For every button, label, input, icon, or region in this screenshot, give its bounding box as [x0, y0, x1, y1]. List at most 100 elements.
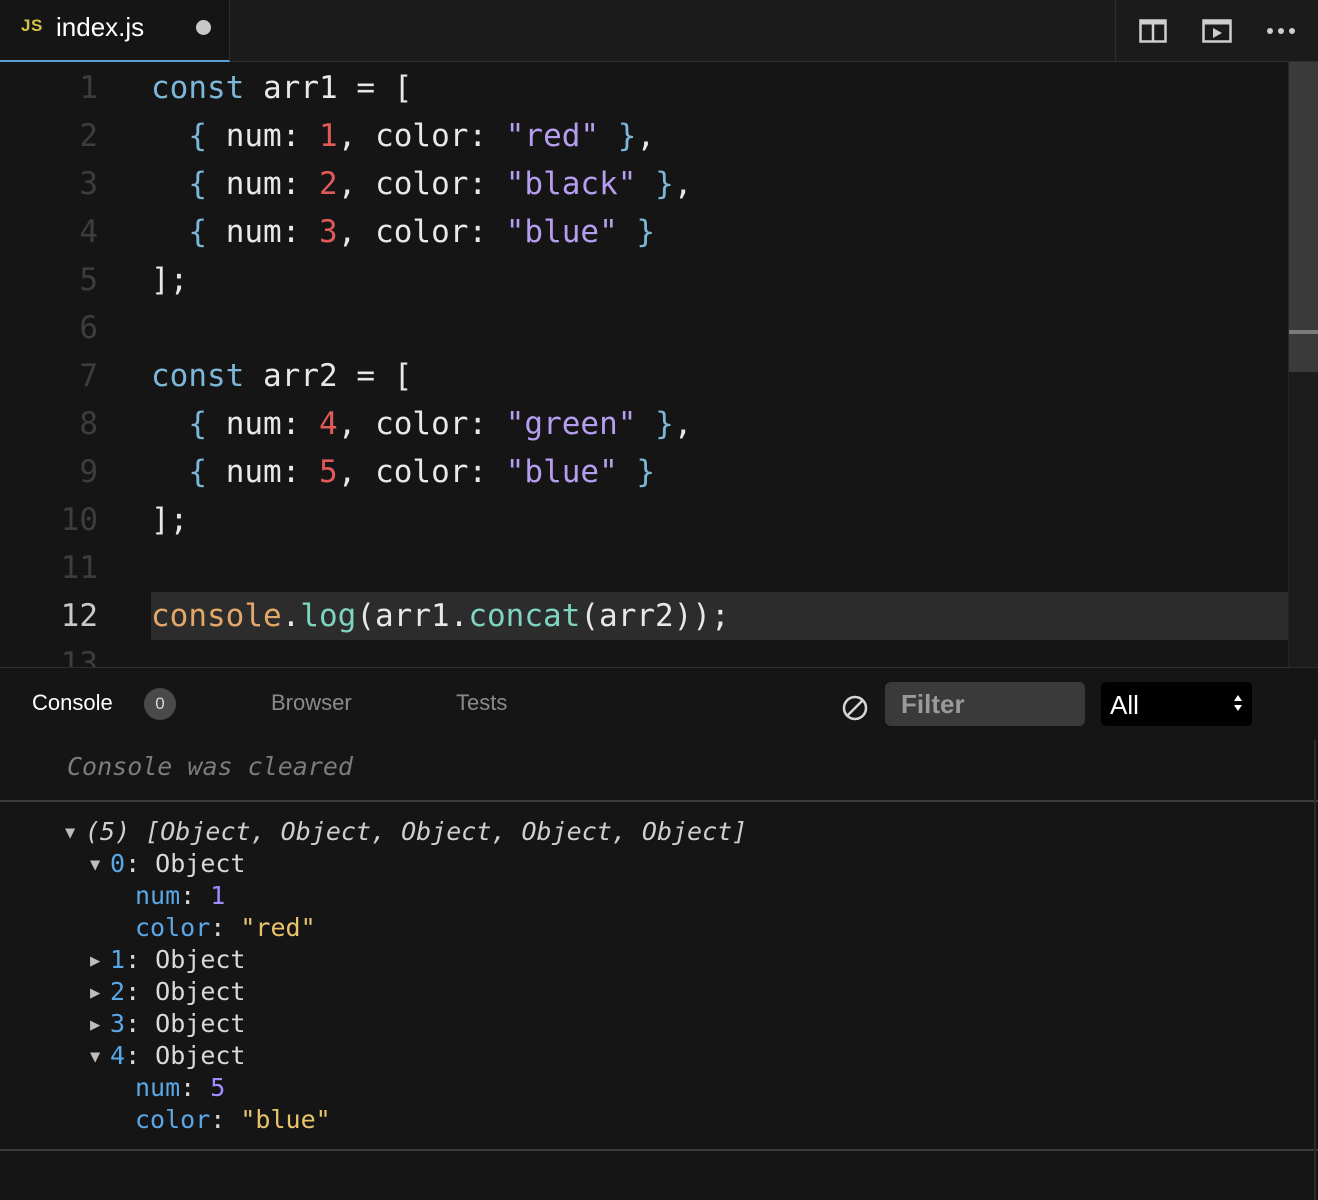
code-text[interactable]	[151, 304, 1288, 352]
console-scroll-edge	[1314, 740, 1316, 1200]
code-line[interactable]: 3 { num: 2, color: "black" },	[0, 160, 1288, 208]
unsaved-dot-icon[interactable]	[196, 20, 211, 35]
line-number: 7	[79, 358, 98, 394]
console-cleared-message: Console was cleared	[67, 752, 353, 781]
line-number: 4	[79, 214, 98, 250]
tree-property: color: "blue"	[135, 1104, 331, 1136]
line-number: 12	[60, 598, 98, 634]
panel-tabs: Console 0 Browser Tests All	[0, 668, 1318, 740]
line-number: 3	[79, 166, 98, 202]
run-preview-icon[interactable]	[1200, 14, 1234, 48]
code-text[interactable]: { num: 2, color: "black" },	[151, 160, 1288, 208]
tree-property: num: 1	[135, 880, 225, 912]
tree-property: num: 5	[135, 1072, 225, 1104]
expand-down-icon[interactable]: ▼	[65, 817, 85, 849]
code-text[interactable]: console.log(arr1.concat(arr2));	[151, 592, 1288, 640]
code-text[interactable]	[151, 544, 1288, 592]
property-value: "blue"	[240, 1105, 331, 1134]
tree-item[interactable]: ▼ 0: Object	[90, 848, 245, 880]
property-key: color	[135, 1105, 211, 1134]
code-line[interactable]: 4 { num: 3, color: "blue" }	[0, 208, 1288, 256]
javascript-file-icon: JS	[21, 16, 43, 35]
property-value: 1	[210, 881, 226, 910]
log-level-value: All	[1110, 690, 1139, 720]
property-colon: :	[210, 1105, 241, 1134]
item-type: : Object	[125, 1009, 246, 1038]
code-text[interactable]: { num: 5, color: "blue" }	[151, 448, 1288, 496]
log-level-select[interactable]: All	[1101, 682, 1252, 726]
code-text[interactable]: { num: 1, color: "red" },	[151, 112, 1288, 160]
line-number: 10	[60, 502, 98, 538]
code-text[interactable]: { num: 3, color: "blue" }	[151, 208, 1288, 256]
code-line[interactable]: 5];	[0, 256, 1288, 304]
property-colon: :	[210, 913, 241, 942]
clear-console-icon[interactable]	[840, 693, 870, 723]
property-key: color	[135, 913, 211, 942]
item-type: : Object	[125, 1041, 246, 1070]
code-text[interactable]: { num: 4, color: "green" },	[151, 400, 1288, 448]
select-arrows-icon	[1234, 695, 1242, 711]
tree-property: color: "red"	[135, 912, 316, 944]
code-editor[interactable]: 1 const arr1 = [2 { num: 1, color: "red" …	[0, 62, 1318, 667]
tab-filename: index.js	[56, 12, 145, 42]
editor-actions	[1115, 0, 1318, 61]
filter-input[interactable]	[885, 682, 1085, 726]
tree-root[interactable]: ▼ (5) [Object, Object, Object, Object, Ob…	[65, 816, 747, 848]
line-number: 1	[79, 70, 98, 106]
expand-down-icon[interactable]: ▼	[90, 849, 110, 881]
expand-down-icon[interactable]: ▼	[90, 1041, 110, 1073]
tab-browser[interactable]: Browser	[271, 690, 352, 716]
code-text[interactable]: ];	[151, 496, 1288, 544]
property-value: "red"	[240, 913, 316, 942]
tab-index-js[interactable]: JS index.js	[0, 0, 230, 62]
tab-tests[interactable]: Tests	[456, 690, 507, 716]
line-number: 13	[60, 646, 98, 667]
tree-item[interactable]: ▶ 2: Object	[90, 976, 245, 1008]
tree-item[interactable]: ▶ 1: Object	[90, 944, 245, 976]
code-line[interactable]: 12 console.log(arr1.concat(arr2));	[0, 592, 1288, 640]
code-line[interactable]: 2 { num: 1, color: "red" },	[0, 112, 1288, 160]
code-text[interactable]: const arr2 = [	[151, 352, 1288, 400]
code-line[interactable]: 10];	[0, 496, 1288, 544]
line-number: 9	[79, 454, 98, 490]
code-line[interactable]: 1 const arr1 = [	[0, 64, 1288, 112]
code-text[interactable]: ];	[151, 256, 1288, 304]
item-type: : Object	[125, 849, 246, 878]
expand-right-icon[interactable]: ▶	[90, 977, 110, 1009]
item-index: 0	[110, 849, 126, 878]
code-line[interactable]: 8 { num: 4, color: "green" },	[0, 400, 1288, 448]
line-number: 8	[79, 406, 98, 442]
code-line[interactable]: 9 { num: 5, color: "blue" }	[0, 448, 1288, 496]
code-line[interactable]: 11	[0, 544, 1288, 592]
line-number: 6	[79, 310, 98, 346]
tree-item[interactable]: ▶ 3: Object	[90, 1008, 245, 1040]
item-index: 1	[110, 945, 126, 974]
more-icon[interactable]	[1264, 14, 1298, 48]
expand-right-icon[interactable]: ▶	[90, 945, 110, 977]
item-type: : Object	[125, 977, 246, 1006]
code-line[interactable]: 13	[0, 640, 1288, 667]
editor-scrollbar[interactable]	[1288, 62, 1318, 667]
tree-item[interactable]: ▼ 4: Object	[90, 1040, 245, 1072]
tab-console[interactable]: Console	[32, 690, 113, 716]
property-colon: :	[180, 1073, 211, 1102]
code-line[interactable]: 6	[0, 304, 1288, 352]
item-index: 3	[110, 1009, 126, 1038]
editor-scroll-thumb[interactable]	[1289, 62, 1318, 372]
editor-tab-bar: JS index.js	[0, 0, 1318, 62]
cursor-position-marker	[1289, 330, 1318, 334]
expand-right-icon[interactable]: ▶	[90, 1009, 110, 1041]
code-text[interactable]	[151, 640, 1288, 667]
property-value: 5	[210, 1073, 226, 1102]
console-panel: Console 0 Browser Tests All Console was …	[0, 667, 1318, 1200]
item-index: 4	[110, 1041, 126, 1070]
array-summary: (5) [Object, Object, Object, Object, Obj…	[85, 817, 748, 846]
console-separator-bottom	[0, 1149, 1318, 1151]
property-key: num	[135, 881, 181, 910]
item-index: 2	[110, 977, 126, 1006]
code-line[interactable]: 7 const arr2 = [	[0, 352, 1288, 400]
item-type: : Object	[125, 945, 246, 974]
console-separator	[0, 800, 1318, 802]
code-text[interactable]: const arr1 = [	[151, 64, 1288, 112]
split-editor-icon[interactable]	[1136, 14, 1170, 48]
